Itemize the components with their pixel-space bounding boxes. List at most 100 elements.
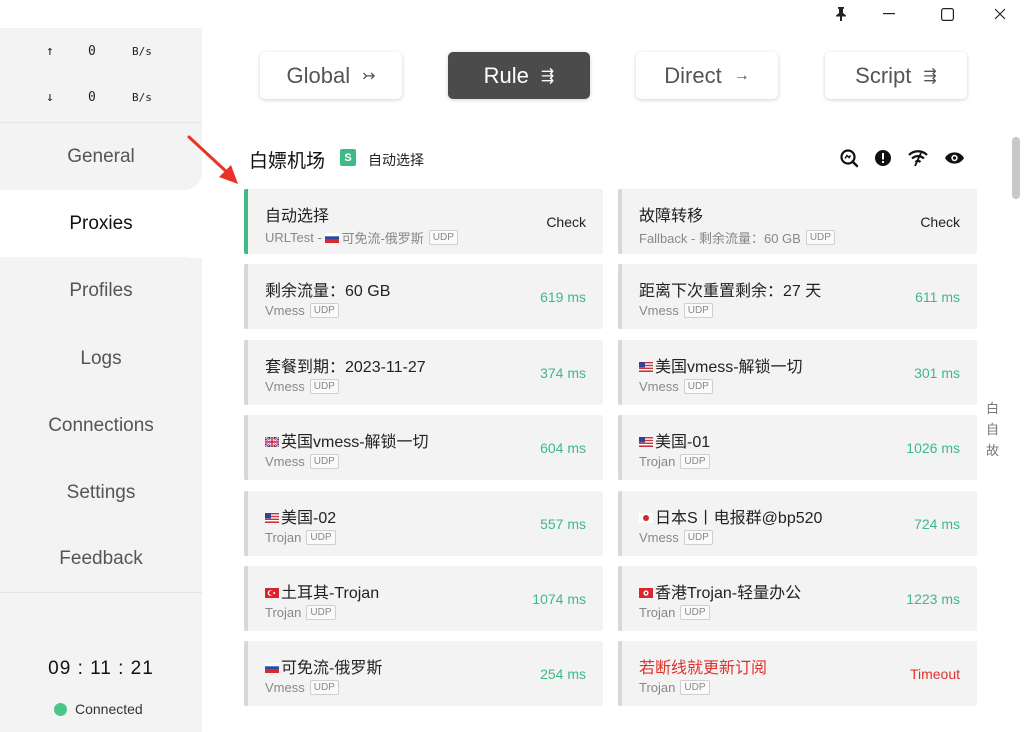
- traffic-panel: ↑ 0 B/s ↓ 0 B/s: [0, 28, 202, 122]
- udp-badge: UDP: [306, 530, 336, 545]
- mode-rule-button[interactable]: Rule ⇶: [448, 52, 590, 99]
- latency-value: 1026 ms: [906, 440, 960, 456]
- proxy-type-text: Vmess: [265, 680, 305, 695]
- flag-us-icon: [639, 434, 655, 451]
- proxy-type: Trojan UDP: [639, 605, 710, 620]
- proxy-type-text: Vmess: [265, 454, 305, 469]
- mode-label: Global: [286, 62, 351, 88]
- card-accent-bar: [244, 566, 248, 631]
- scrollbar-thumb[interactable]: [1012, 137, 1020, 199]
- proxy-card[interactable]: 英国vmess-解锁一切 Vmess UDP 604 ms: [244, 415, 603, 480]
- udp-badge: UDP: [428, 230, 458, 245]
- card-accent-bar: [244, 340, 248, 405]
- sidebar-item-settings[interactable]: Settings: [0, 459, 202, 526]
- side-hint-char: 自: [986, 422, 1000, 437]
- proxy-name-text: 故障转移: [639, 208, 704, 225]
- udp-badge: UDP: [306, 605, 336, 620]
- flag-jp-icon: [639, 510, 655, 527]
- proxy-card[interactable]: 若断线就更新订阅 Trojan UDP Timeout: [618, 641, 977, 706]
- proxy-type-text: Vmess: [639, 379, 679, 394]
- proxy-card[interactable]: 香港Trojan-轻量办公 Trojan UDP 1223 ms: [618, 566, 977, 631]
- proxy-type-text: Vmess: [639, 530, 679, 545]
- side-hint-char: 故: [986, 443, 1000, 458]
- latency-value: 604 ms: [540, 440, 586, 456]
- proxy-name: 套餐到期：2023-11-27: [265, 353, 426, 377]
- proxy-card[interactable]: 土耳其-Trojan Trojan UDP 1074 ms: [244, 566, 603, 631]
- alert-icon[interactable]: [872, 147, 894, 169]
- rule-mode-icon: ⇶: [540, 67, 555, 85]
- check-button[interactable]: Check: [920, 214, 960, 230]
- title-bar: [0, 0, 1024, 28]
- flag-us-icon: [639, 359, 655, 376]
- upload-unit: B/s: [132, 45, 152, 58]
- mode-label: Rule: [483, 62, 529, 88]
- eye-icon[interactable]: [943, 147, 965, 169]
- proxy-card[interactable]: 美国vmess-解锁一切 Vmess UDP 301 ms: [618, 340, 977, 405]
- flag-ru-icon: [265, 660, 281, 677]
- udp-badge: UDP: [680, 454, 710, 469]
- maximize-icon[interactable]: [924, 0, 970, 28]
- proxy-card[interactable]: 日本S丨电报群@bp520 Vmess UDP 724 ms: [618, 491, 977, 556]
- scrollbar[interactable]: [1008, 124, 1024, 732]
- latency-value: 1223 ms: [906, 591, 960, 607]
- proxy-card[interactable]: 美国-02 Trojan UDP 557 ms: [244, 491, 603, 556]
- sidebar-item-profiles[interactable]: Profiles: [0, 257, 202, 324]
- sidebar-item-label: Logs: [80, 347, 122, 369]
- pin-icon[interactable]: [818, 0, 864, 28]
- proxy-name-text: 美国-02: [281, 510, 337, 527]
- card-accent-bar: [618, 340, 622, 405]
- sidebar-item-logs[interactable]: Logs: [0, 325, 202, 392]
- latency-value: 254 ms: [540, 666, 586, 682]
- udp-badge: UDP: [309, 379, 339, 394]
- mode-global-button[interactable]: Global ↣: [260, 52, 402, 99]
- proxy-name-text: 套餐到期：2023-11-27: [265, 359, 426, 376]
- sidebar: ↑ 0 B/s ↓ 0 B/s General Proxies Profiles…: [0, 28, 202, 732]
- proxy-card[interactable]: 故障转移 Fallback - 剩余流量：60 GB UDP Check: [618, 189, 977, 254]
- mode-direct-button[interactable]: Direct →: [636, 52, 778, 99]
- proxy-type-text: URLTest -: [265, 230, 326, 245]
- wifi-test-icon[interactable]: [907, 147, 929, 169]
- proxy-card[interactable]: 美国-01 Trojan UDP 1026 ms: [618, 415, 977, 480]
- proxy-name: 英国vmess-解锁一切: [265, 428, 429, 452]
- sidebar-item-proxies[interactable]: Proxies: [0, 190, 202, 257]
- latency-test-icon[interactable]: [838, 147, 860, 169]
- proxy-name: 故障转移: [639, 202, 703, 226]
- proxy-type-text: Vmess: [265, 303, 305, 318]
- proxy-card[interactable]: 距离下次重置剩余：27 天 Vmess UDP 611 ms: [618, 264, 977, 329]
- sidebar-item-feedback[interactable]: Feedback: [0, 525, 202, 592]
- latency-value: 374 ms: [540, 365, 586, 381]
- proxy-type: Trojan UDP: [639, 454, 710, 469]
- proxy-name: 土耳其-Trojan: [265, 579, 379, 603]
- proxy-card[interactable]: 套餐到期：2023-11-27 Vmess UDP 374 ms: [244, 340, 603, 405]
- selected-proxy-name: 可免流-俄罗斯: [341, 231, 424, 246]
- proxy-name-text: 剩余流量：60 GB: [265, 283, 391, 300]
- sidebar-item-general[interactable]: General: [0, 123, 202, 190]
- global-mode-icon: ↣: [362, 67, 376, 85]
- proxy-card[interactable]: 可免流-俄罗斯 Vmess UDP 254 ms: [244, 641, 603, 706]
- proxy-type: Trojan UDP: [265, 605, 336, 620]
- minimize-icon[interactable]: [866, 0, 912, 28]
- proxy-card[interactable]: 剩余流量：60 GB Vmess UDP 619 ms: [244, 264, 603, 329]
- sidebar-item-connections[interactable]: Connections: [0, 392, 202, 459]
- sidebar-item-label: Connections: [48, 414, 154, 436]
- close-icon[interactable]: [977, 0, 1023, 28]
- card-accent-bar: [618, 566, 622, 631]
- card-accent-bar: [618, 189, 622, 254]
- card-accent-bar: [618, 491, 622, 556]
- latency-value: 557 ms: [540, 516, 586, 532]
- proxy-name-text: 美国-01: [655, 434, 711, 451]
- proxy-type: Vmess UDP: [265, 303, 339, 318]
- udp-badge: UDP: [683, 530, 713, 545]
- proxy-name-text: 美国vmess-解锁一切: [655, 359, 803, 376]
- check-button[interactable]: Check: [546, 214, 586, 230]
- latency-value: 611 ms: [915, 289, 960, 305]
- latency-value: Timeout: [909, 666, 960, 682]
- upload-value: 0: [88, 44, 96, 59]
- proxy-type-text: Trojan: [265, 605, 302, 620]
- proxy-type: URLTest - 可免流-俄罗斯 UDP: [265, 228, 458, 247]
- flag-tr-icon: [265, 585, 281, 602]
- proxy-card[interactable]: 自动选择 URLTest - 可免流-俄罗斯 UDP Check: [244, 189, 603, 254]
- proxy-name-text: 香港Trojan-轻量办公: [655, 585, 802, 602]
- mode-script-button[interactable]: Script ⇶: [825, 52, 967, 99]
- udp-badge: UDP: [680, 680, 710, 695]
